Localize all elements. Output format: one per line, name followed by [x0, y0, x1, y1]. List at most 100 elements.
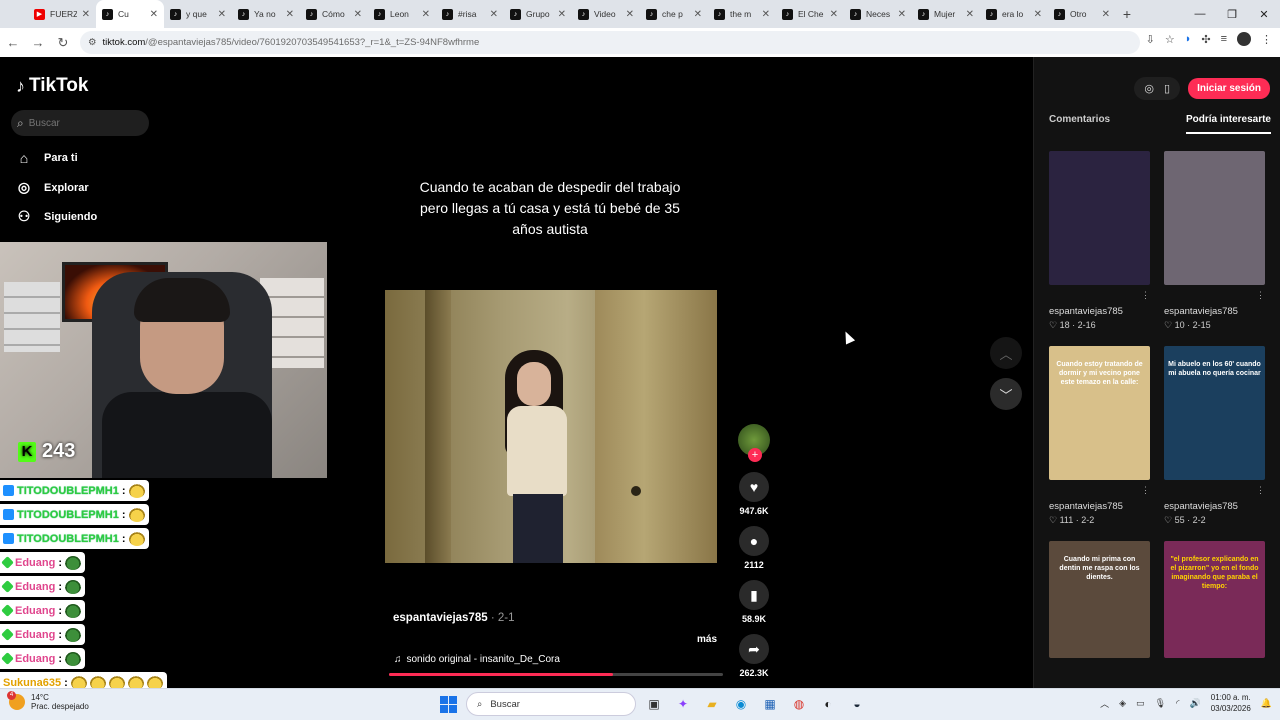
suggested-video-thumbnail[interactable]: Cuando estoy tratando de dormir y mi vec… — [1049, 346, 1150, 480]
taskbar-search[interactable]: ⌕ Buscar — [466, 692, 636, 716]
browser-tab[interactable]: ♪ era lo ✕ — [980, 0, 1048, 28]
forward-icon[interactable]: → — [26, 31, 50, 55]
copilot-icon[interactable]: ✦ — [672, 693, 694, 715]
notifications-icon[interactable]: 🔔 — [1261, 698, 1272, 709]
suggested-video-thumbnail[interactable]: Mi abuelo en los 60' cuando mi abuela no… — [1164, 346, 1265, 480]
minimize-icon[interactable]: — — [1184, 0, 1216, 28]
next-video-button[interactable]: ﹀ — [990, 378, 1022, 410]
like-button[interactable]: ♥ — [739, 472, 769, 502]
close-tab-icon[interactable]: ✕ — [1034, 9, 1042, 20]
compass-small-icon[interactable]: ◎ — [1144, 82, 1154, 95]
browser-tab[interactable]: ♪ #risa ✕ — [436, 0, 504, 28]
volume-icon[interactable]: 🔊 — [1190, 698, 1201, 709]
obs-icon[interactable]: ◐ — [817, 693, 839, 715]
puzzle-icon[interactable]: ✣ — [1201, 33, 1210, 46]
tab-comments[interactable]: Comentarios — [1049, 114, 1110, 134]
clock[interactable]: 01:00 a. m. 03/03/2026 — [1211, 692, 1251, 714]
steam-icon[interactable]: ◒ — [846, 693, 868, 715]
chrome-icon[interactable]: ◍ — [788, 693, 810, 715]
close-tab-icon[interactable]: ✕ — [830, 9, 838, 20]
close-tab-icon[interactable]: ✕ — [626, 9, 634, 20]
creator-avatar[interactable]: + — [738, 424, 770, 462]
search-input[interactable] — [28, 117, 139, 129]
suggested-video-thumbnail[interactable] — [1164, 151, 1265, 285]
browser-tab[interactable]: ▶ FUERZ ✕ — [28, 0, 96, 28]
suggested-video-thumbnail[interactable]: Cuando mi prima con dentin me raspa con … — [1049, 541, 1150, 658]
video-author[interactable]: espantaviejas785 — [393, 612, 488, 624]
video-progress-bar[interactable] — [389, 673, 723, 676]
browser-tab[interactable]: ♪ Neces ✕ — [844, 0, 912, 28]
browser-tab[interactable]: ♪ Mujer ✕ — [912, 0, 980, 28]
close-tab-icon[interactable]: ✕ — [422, 9, 430, 20]
previous-video-button[interactable]: ︿ — [990, 337, 1022, 369]
wifi-icon[interactable]: ◜ — [1176, 698, 1180, 709]
suggested-video-author[interactable]: espantaviejas785 — [1164, 501, 1238, 512]
media-control-icon[interactable]: ≡ — [1221, 33, 1227, 45]
suggested-video-author[interactable]: espantaviejas785 — [1164, 306, 1238, 317]
close-tab-icon[interactable]: ✕ — [898, 9, 906, 20]
browser-tab[interactable]: ♪ Cómo ✕ — [300, 0, 368, 28]
browser-tab[interactable]: ♪ Leon ✕ — [368, 0, 436, 28]
browser-tab[interactable]: ♪ y que ✕ — [164, 0, 232, 28]
tray-monitor-icon[interactable]: ▭ — [1136, 698, 1145, 709]
close-tab-icon[interactable]: ✕ — [354, 9, 362, 20]
video-player[interactable] — [385, 290, 717, 563]
close-tab-icon[interactable]: ✕ — [490, 9, 498, 20]
nav-for-you[interactable]: ⌂ Para ti — [16, 150, 78, 166]
browser-tab[interactable]: ♪ Cu ✕ — [96, 0, 164, 28]
browser-tab[interactable]: ♪ the m ✕ — [708, 0, 776, 28]
suggested-video-thumbnail[interactable]: "el profesor explicando en el pizarron" … — [1164, 541, 1265, 658]
bookmark-star-icon[interactable]: ☆ — [1165, 33, 1175, 46]
close-tab-icon[interactable]: ✕ — [558, 9, 566, 20]
browser-tab[interactable]: ♪ Ya no ✕ — [232, 0, 300, 28]
browser-tab[interactable]: ♪ che p ✕ — [640, 0, 708, 28]
login-button[interactable]: Iniciar sesión — [1188, 78, 1270, 99]
close-tab-icon[interactable]: ✕ — [694, 9, 702, 20]
weather-widget[interactable]: 4 14°C Prac. despejado — [7, 691, 89, 711]
back-icon[interactable]: ← — [1, 31, 25, 55]
save-button[interactable]: ▮ — [739, 580, 769, 610]
nav-following[interactable]: ⚇ Siguiendo — [16, 208, 97, 225]
store-icon[interactable]: ▦ — [759, 693, 781, 715]
close-tab-icon[interactable]: ✕ — [218, 9, 226, 20]
more-button[interactable]: más — [697, 634, 717, 645]
reload-icon[interactable]: ↻ — [51, 31, 75, 55]
browser-tab[interactable]: ♪ Otro ✕ — [1048, 0, 1116, 28]
share-button[interactable]: ➦ — [739, 634, 769, 664]
more-options-icon[interactable]: ⋮ — [1256, 290, 1265, 301]
suggested-video-thumbnail[interactable] — [1049, 151, 1150, 285]
more-options-icon[interactable]: ⋮ — [1141, 485, 1150, 496]
close-tab-icon[interactable]: ✕ — [82, 9, 90, 20]
tiktok-logo[interactable]: ♪ TikTok — [16, 75, 88, 97]
close-tab-icon[interactable]: ✕ — [966, 9, 974, 20]
install-app-icon[interactable]: ⇩ — [1146, 33, 1155, 46]
nav-explore[interactable]: ◎ Explorar — [16, 179, 89, 196]
site-info-icon[interactable]: ⚙ — [88, 37, 97, 48]
more-options-icon[interactable]: ⋮ — [1141, 290, 1150, 301]
file-explorer-icon[interactable]: ▰ — [701, 693, 723, 715]
close-tab-icon[interactable]: ✕ — [1102, 9, 1110, 20]
suggested-video-author[interactable]: espantaviejas785 — [1049, 306, 1123, 317]
browser-tab[interactable]: ♪ Grupo ✕ — [504, 0, 572, 28]
search-box[interactable]: ⌕ — [11, 110, 149, 136]
tab-might-interest[interactable]: Podría interesarte — [1185, 114, 1271, 134]
close-tab-icon[interactable]: ✕ — [762, 9, 770, 20]
browser-tab[interactable]: ♪ Video ✕ — [572, 0, 640, 28]
follow-plus-icon[interactable]: + — [748, 448, 762, 462]
profile-avatar[interactable] — [1237, 32, 1251, 46]
close-tab-icon[interactable]: ✕ — [150, 9, 158, 20]
close-window-icon[interactable]: ✕ — [1248, 0, 1280, 28]
task-view-icon[interactable]: ▣ — [643, 693, 665, 715]
menu-dots-icon[interactable]: ⋮ — [1261, 33, 1272, 46]
extension-icon[interactable]: ◗ — [1185, 33, 1192, 45]
tray-app-icon[interactable]: ◈ — [1119, 698, 1126, 709]
suggested-video-author[interactable]: espantaviejas785 — [1049, 501, 1123, 512]
edge-icon[interactable]: ◉ — [730, 693, 752, 715]
more-options-icon[interactable]: ⋮ — [1256, 485, 1265, 496]
new-tab-icon[interactable]: + — [1116, 6, 1138, 22]
browser-tab[interactable]: ♪ El Che ✕ — [776, 0, 844, 28]
microphone-icon[interactable]: 🎙 — [1155, 698, 1166, 709]
tray-expand-icon[interactable]: ︿ — [1100, 697, 1109, 710]
phone-icon[interactable]: ▯ — [1164, 82, 1170, 95]
maximize-icon[interactable]: ❐ — [1216, 0, 1248, 28]
